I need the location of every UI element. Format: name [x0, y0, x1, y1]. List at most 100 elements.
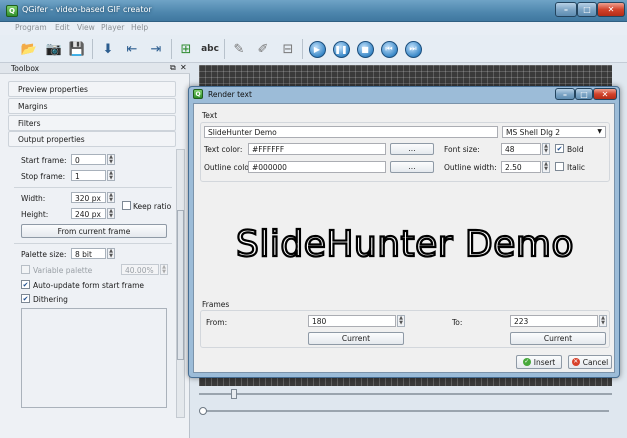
outline-color-input[interactable]: #000000	[248, 161, 386, 173]
section-margins[interactable]: Margins	[8, 98, 176, 114]
position-slider[interactable]	[199, 406, 612, 416]
video-preview	[199, 65, 612, 88]
window-title: QGifer - video-based GIF creator	[22, 5, 152, 14]
app-icon: Q	[6, 5, 18, 17]
auto-update-checkbox[interactable]: ✔	[21, 280, 30, 289]
to-stepper[interactable]: ▲ ▼	[599, 315, 607, 327]
close-icon: ✕	[601, 89, 609, 99]
folder-icon: 📂	[20, 41, 38, 57]
from-current-frame-button[interactable]: From current frame	[21, 224, 167, 238]
start-frame-input[interactable]: 0	[71, 154, 106, 165]
stop-frame-stepper[interactable]: ▲ ▼	[107, 170, 115, 181]
width-stepper[interactable]: ▲ ▼	[107, 192, 115, 203]
variable-palette-label: Variable palette	[33, 266, 93, 275]
font-size-input[interactable]: 48	[501, 143, 541, 155]
open-video-button[interactable]: 📂	[18, 38, 40, 60]
arrow-right-icon: ⇥	[150, 41, 162, 57]
menu-view[interactable]: View	[77, 23, 95, 32]
dithering-label: Dithering	[33, 295, 68, 304]
pause-icon: ❚❚	[332, 40, 350, 58]
pause-button[interactable]: ❚❚	[330, 38, 352, 60]
width-input[interactable]: 320 px	[71, 192, 106, 203]
dialog-minimize-button[interactable]: –	[555, 88, 575, 100]
dithering-preview	[21, 308, 167, 408]
keep-ratio-checkbox[interactable]	[122, 201, 131, 210]
section-preview-properties[interactable]: Preview properties	[8, 81, 176, 97]
next-range-button[interactable]: ⇥	[145, 38, 167, 60]
add-object-button[interactable]: ⊞	[175, 38, 197, 60]
width-label: Width:	[21, 194, 46, 203]
outline-color-button[interactable]: ...	[390, 161, 434, 173]
minimize-button[interactable]: –	[555, 2, 577, 17]
menu-program[interactable]: Program	[15, 23, 47, 32]
minimize-icon: –	[564, 5, 568, 14]
from-current-button[interactable]: Current	[308, 332, 404, 345]
font-select[interactable]: MS Shell Dlg 2 ▼	[502, 126, 606, 138]
play-button[interactable]: ▶	[306, 38, 328, 60]
scrollbar-thumb[interactable]	[177, 210, 184, 360]
close-icon[interactable]: ✕	[180, 63, 187, 72]
edit-icon: ✐	[257, 41, 269, 57]
text-input[interactable]: SlideHunter Demo	[204, 126, 498, 138]
palette-size-stepper[interactable]: ▲ ▼	[107, 248, 115, 259]
edit-object-button[interactable]: ✎	[228, 38, 250, 60]
height-input[interactable]: 240 px	[71, 208, 106, 219]
text-color-label: Text color:	[204, 145, 243, 154]
slider-handle[interactable]	[231, 389, 237, 399]
font-size-stepper[interactable]: ▲ ▼	[542, 143, 550, 155]
variable-palette-input[interactable]: 40.00%	[121, 264, 159, 275]
to-input[interactable]: 223	[510, 315, 598, 327]
menu-edit[interactable]: Edit	[55, 23, 70, 32]
next-icon: ⏭	[404, 40, 422, 58]
dialog-maximize-button[interactable]: □	[575, 88, 593, 100]
previous-frame-button[interactable]: ⏮	[378, 38, 400, 60]
set-start-button[interactable]: ⬇	[97, 38, 119, 60]
edit-text-button[interactable]: ✐	[252, 38, 274, 60]
dithering-checkbox[interactable]: ✔	[21, 294, 30, 303]
bold-checkbox[interactable]: ✔	[555, 144, 564, 153]
font-select-value: MS Shell Dlg 2	[506, 128, 561, 137]
to-current-button[interactable]: Current	[510, 332, 606, 345]
text-color-input[interactable]: #FFFFFF	[248, 143, 386, 155]
close-button[interactable]: ✕	[597, 2, 625, 17]
cancel-button[interactable]: ✕ Cancel	[568, 355, 612, 369]
variable-palette-stepper[interactable]: ▲ ▼	[160, 264, 168, 275]
toolbar-separator	[92, 39, 93, 59]
palette-size-input[interactable]: 8 bit	[71, 248, 106, 259]
menu-player[interactable]: Player	[101, 23, 124, 32]
start-frame-stepper[interactable]: ▲ ▼	[107, 154, 115, 165]
outline-width-input[interactable]: 2.50	[501, 161, 541, 173]
toolbox-scrollbar[interactable]	[176, 149, 185, 418]
next-frame-button[interactable]: ⏭	[402, 38, 424, 60]
from-stepper[interactable]: ▲ ▼	[397, 315, 405, 327]
checkmark-icon: ✓	[522, 358, 531, 366]
text-color-button[interactable]: ...	[390, 143, 434, 155]
stop-button[interactable]: ■	[354, 38, 376, 60]
prev-range-button[interactable]: ⇤	[121, 38, 143, 60]
from-input[interactable]: 180	[308, 315, 396, 327]
insert-button[interactable]: ✓ Insert	[516, 355, 562, 369]
variable-palette-checkbox[interactable]	[21, 265, 30, 274]
italic-checkbox[interactable]	[555, 162, 564, 171]
height-stepper[interactable]: ▲ ▼	[107, 208, 115, 219]
section-output-properties[interactable]: Output properties	[8, 131, 176, 147]
maximize-button[interactable]: □	[577, 2, 597, 17]
remove-object-button[interactable]: ⊟	[277, 38, 299, 60]
minimize-icon: –	[563, 89, 567, 99]
extract-button[interactable]: 📷	[43, 38, 65, 60]
bold-label: Bold	[567, 145, 584, 154]
save-button[interactable]: 💾	[66, 38, 88, 60]
stop-frame-input[interactable]: 1	[71, 170, 106, 181]
divider	[14, 187, 172, 188]
frame-slider[interactable]	[199, 389, 612, 399]
menu-help[interactable]: Help	[131, 23, 148, 32]
slider-track	[199, 393, 612, 395]
outline-width-stepper[interactable]: ▲ ▼	[542, 161, 550, 173]
dialog-close-button[interactable]: ✕	[593, 88, 617, 100]
add-text-button[interactable]: abc	[199, 38, 221, 60]
auto-update-label: Auto-update form start frame	[33, 281, 145, 290]
slider-handle[interactable]	[199, 407, 207, 415]
float-icon[interactable]: ⧉	[170, 63, 176, 73]
text-preview-area: SlideHunter Demo	[200, 188, 610, 296]
section-filters[interactable]: Filters	[8, 115, 176, 131]
